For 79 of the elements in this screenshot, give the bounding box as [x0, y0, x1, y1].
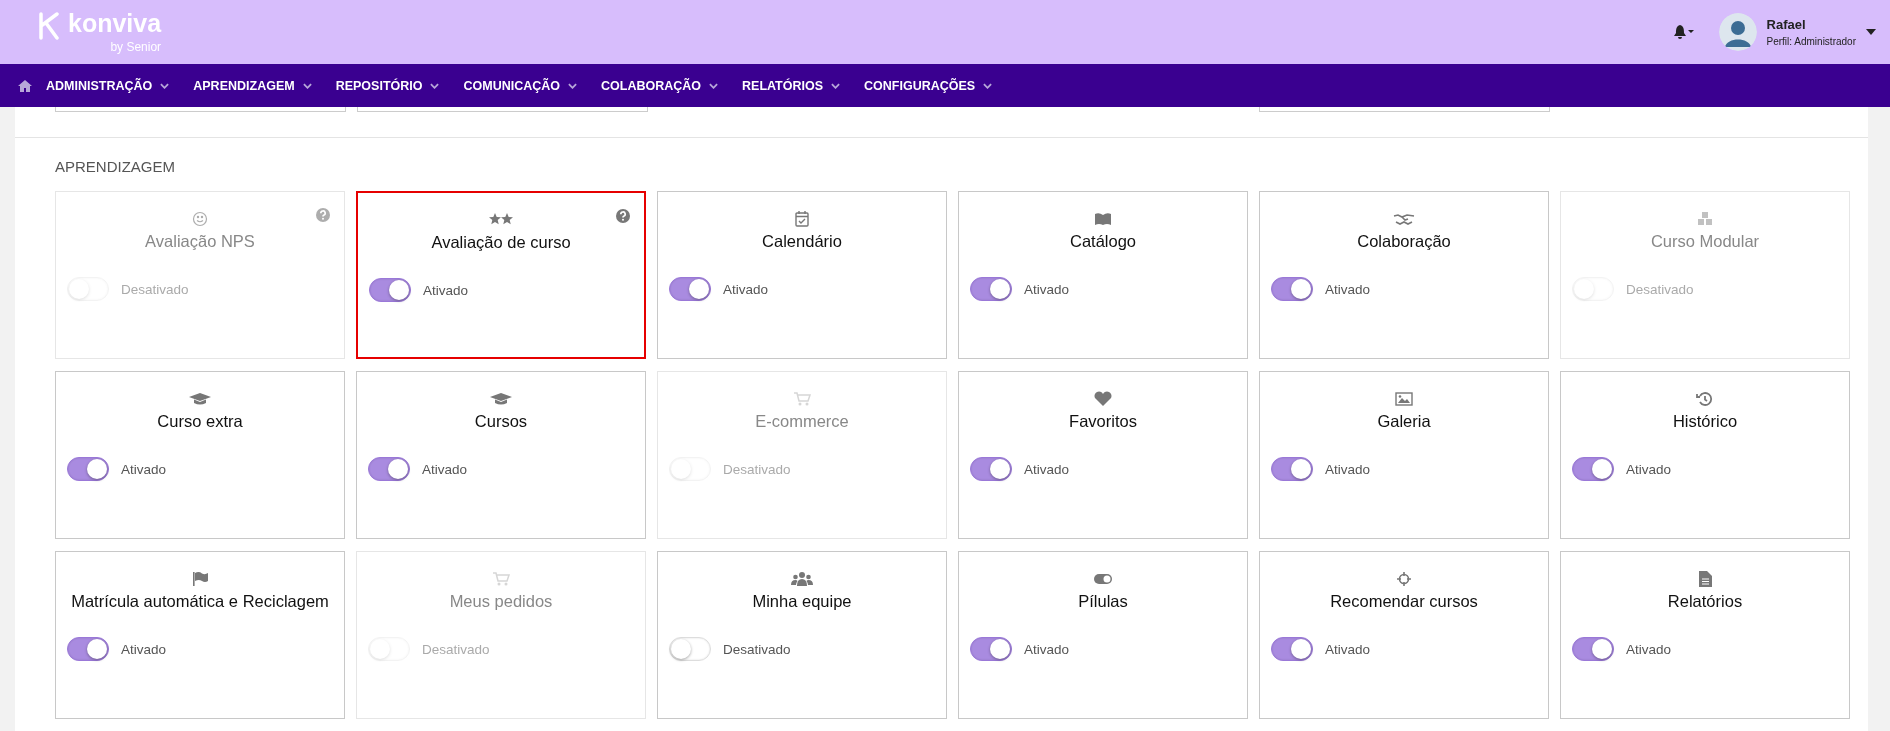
toggle-switch[interactable]	[1271, 277, 1313, 301]
section-title: APRENDIZAGEM	[55, 158, 176, 175]
user-profile: Perfil: Administrador	[1766, 36, 1856, 47]
caret-icon[interactable]	[1866, 29, 1876, 35]
card-title: Curso Modular	[1650, 232, 1760, 251]
toggle-switch[interactable]	[67, 457, 109, 481]
chevron-down-icon	[709, 82, 718, 89]
home-icon[interactable]	[18, 79, 32, 92]
toggle-switch[interactable]	[970, 457, 1012, 481]
card-title: Galeria	[1377, 412, 1431, 431]
card-title: Colaboração	[1357, 232, 1451, 251]
nav-menu-item[interactable]: COMUNICAÇÃO	[455, 78, 587, 93]
status-label: Ativado	[121, 461, 167, 477]
status-label: Desativado	[1626, 281, 1694, 297]
status-label: Ativado	[1626, 641, 1672, 657]
status-label: Desativado	[422, 641, 490, 657]
toggle-switch[interactable]	[368, 457, 410, 481]
status-label: Ativado	[1024, 281, 1070, 297]
graduation-cap-icon	[188, 391, 212, 407]
card-title: Matrícula automática e Reciclagem	[71, 592, 329, 611]
status-label: Ativado	[1325, 641, 1371, 657]
card-title: Calendário	[762, 232, 842, 251]
card-title: E-commerce	[755, 412, 849, 431]
nav-menu-item[interactable]: ADMINISTRAÇÃO	[38, 78, 180, 93]
toggle-switch[interactable]	[369, 278, 411, 302]
nav-menu-item[interactable]: CONFIGURAÇÕES	[856, 78, 1003, 93]
status-label: Ativado	[422, 461, 468, 477]
logo-subtitle: by Senior	[110, 40, 162, 54]
chevron-down-icon	[160, 82, 170, 89]
card-title: Catálogo	[1069, 232, 1137, 251]
graduation-cap-icon	[489, 391, 513, 407]
toggle-switch[interactable]	[1271, 637, 1313, 661]
logo-icon	[38, 12, 62, 40]
toggle-switch[interactable]	[1572, 457, 1614, 481]
status-label: Ativado	[1024, 641, 1070, 657]
help-icon[interactable]	[616, 209, 630, 223]
status-label: Desativado	[121, 281, 189, 297]
card-title: Avaliação de curso	[431, 233, 571, 252]
chevron-down-icon	[568, 82, 577, 89]
status-label: Desativado	[723, 641, 791, 657]
user-name: Rafael	[1766, 17, 1807, 32]
status-label: Ativado	[1024, 461, 1070, 477]
card-title: Relatórios	[1667, 592, 1743, 611]
status-label: Desativado	[723, 461, 791, 477]
nav-menu-item[interactable]: APRENDIZAGEM	[185, 78, 322, 93]
card-title: Curso extra	[157, 412, 243, 431]
status-label: Ativado	[723, 281, 769, 297]
toggle-switch[interactable]	[669, 277, 711, 301]
users-icon	[790, 571, 814, 587]
card-title: Minha equipe	[752, 592, 852, 611]
nav-menu-item[interactable]: REPOSITÓRIO	[327, 78, 450, 93]
card-title: Histórico	[1672, 412, 1738, 431]
chevron-down-icon	[983, 82, 993, 89]
toggle-switch[interactable]	[970, 277, 1012, 301]
status-label: Ativado	[1626, 461, 1672, 477]
toggle-switch[interactable]	[1271, 457, 1313, 481]
card-title: Avaliação NPS	[145, 232, 255, 251]
toggle-switch[interactable]	[970, 637, 1012, 661]
card-title: Favoritos	[1069, 412, 1137, 431]
card-title: Recomendar cursos	[1330, 592, 1478, 611]
status-label: Ativado	[121, 641, 167, 657]
card-title: Cursos	[474, 412, 528, 431]
chevron-down-icon	[302, 82, 312, 89]
bell-icon[interactable]	[1672, 24, 1695, 40]
toggle-switch[interactable]	[1572, 637, 1614, 661]
toggle-icon	[1091, 571, 1115, 587]
chevron-down-icon	[831, 82, 841, 89]
nav-menu-item[interactable]: RELATÓRIOS	[734, 78, 851, 93]
avatar-silhouette[interactable]	[1718, 13, 1757, 51]
status-label: Ativado	[1325, 281, 1371, 297]
status-label: Ativado	[423, 282, 469, 298]
nav-menu-item[interactable]: COLABORAÇÃO	[593, 78, 728, 93]
card-title: Pílulas	[1078, 592, 1128, 611]
status-label: Ativado	[1325, 461, 1371, 477]
toggle-switch[interactable]	[67, 637, 109, 661]
card-title: Meus pedidos	[449, 592, 553, 611]
chevron-down-icon	[430, 82, 440, 89]
image-icon	[1392, 391, 1416, 407]
logo-text: konviva	[68, 10, 162, 36]
